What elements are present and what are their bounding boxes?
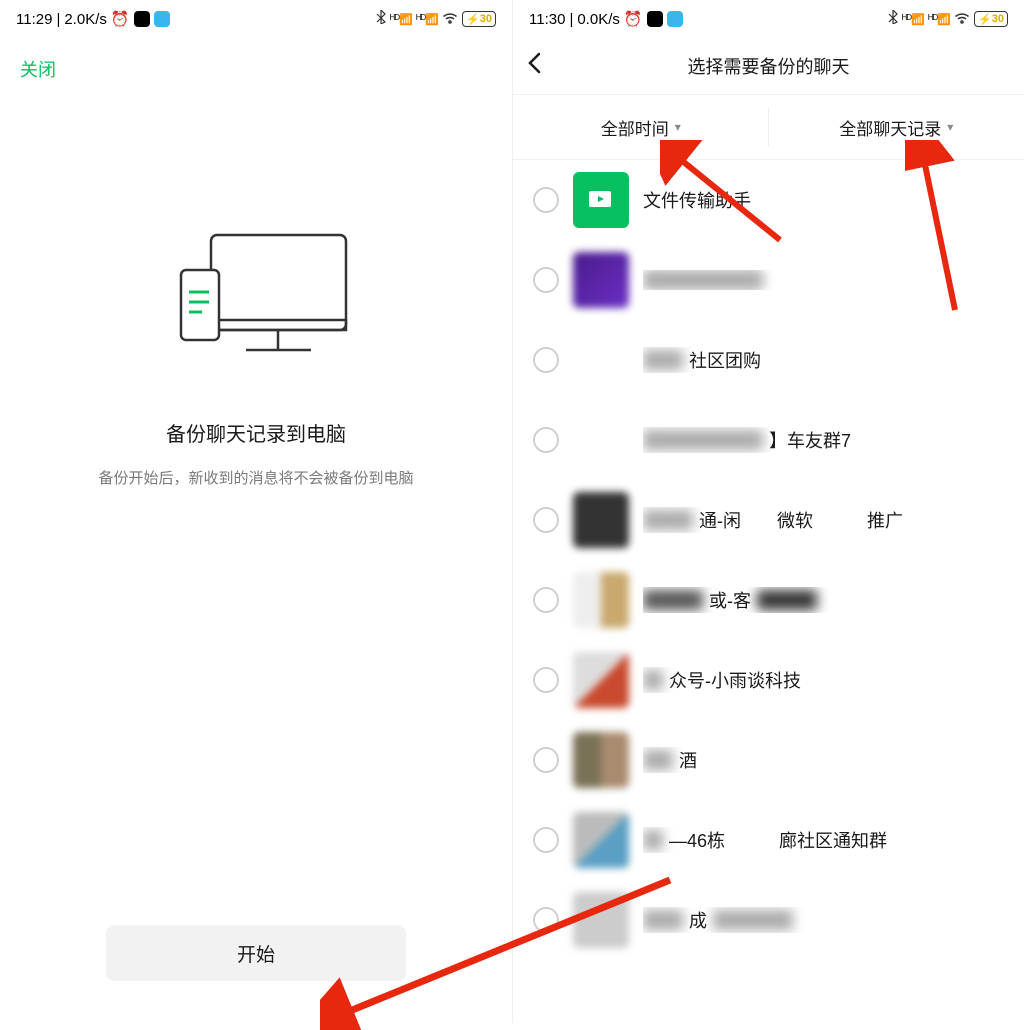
chat-name: 或-客 (709, 587, 751, 613)
chevron-down-icon: ▾ (947, 120, 953, 134)
chat-name: 】车友群7 (769, 427, 851, 453)
app-icon-dark (647, 11, 663, 27)
chat-row[interactable]: 或-客 (513, 560, 1024, 640)
status-bar-left: 11:29 | 2.0K/s ⏰ HD📶 HD📶 ⚡30 (0, 0, 512, 38)
avatar (573, 492, 629, 548)
chat-row[interactable]: 成 (513, 880, 1024, 960)
nav-bar: 选择需要备份的聊天 (513, 38, 1024, 94)
checkbox[interactable] (533, 667, 559, 693)
blurred-text (643, 750, 673, 770)
app-icon-dark (134, 11, 150, 27)
chevron-down-icon: ▾ (675, 120, 681, 134)
backup-subtitle: 备份开始后，新收到的消息将不会被备份到电脑 (98, 467, 413, 488)
filter-scope[interactable]: 全部聊天记录 ▾ (769, 95, 1024, 159)
avatar (573, 252, 629, 308)
avatar-file-transfer (573, 172, 629, 228)
blurred-text (643, 430, 763, 450)
bluetooth-icon (376, 10, 386, 28)
chat-row[interactable]: 】车友群7 (513, 400, 1024, 480)
checkbox[interactable] (533, 907, 559, 933)
battery-badge: ⚡30 (974, 11, 1008, 27)
right-screen: 11:30 | 0.0K/s ⏰ HD📶 HD📶 ⚡30 选择需要备份的聊天 全… (512, 0, 1024, 1023)
back-button[interactable] (527, 52, 541, 80)
chat-list[interactable]: 文件传输助手 社区团购 (513, 160, 1024, 960)
chat-name: 酒 (679, 747, 697, 773)
chat-name: 众号-小雨谈科技 (669, 667, 801, 693)
avatar (573, 572, 629, 628)
avatar (573, 652, 629, 708)
blurred-text (643, 350, 683, 370)
blurred-text (643, 670, 663, 690)
alarm-icon: ⏰ (624, 10, 643, 28)
checkbox[interactable] (533, 427, 559, 453)
blurred-text (757, 590, 817, 610)
signal-icon-2: HD📶 (928, 13, 950, 26)
battery-badge: ⚡30 (462, 11, 496, 27)
nav-title: 选择需要备份的聊天 (688, 53, 850, 79)
blurred-text (713, 910, 793, 930)
blurred-text (643, 510, 693, 530)
left-screen: 11:29 | 2.0K/s ⏰ HD📶 HD📶 ⚡30 关闭 (0, 0, 512, 1023)
chat-row[interactable]: 社区团购 (513, 320, 1024, 400)
filter-bar: 全部时间 ▾ 全部聊天记录 ▾ (513, 94, 1024, 160)
start-button[interactable]: 开始 (106, 925, 406, 981)
checkbox[interactable] (533, 587, 559, 613)
chat-row[interactable]: 文件传输助手 (513, 160, 1024, 240)
status-time: 11:30 (529, 11, 565, 28)
app-icon-blue (667, 11, 683, 27)
avatar (573, 732, 629, 788)
avatar (573, 892, 629, 948)
status-bar-right: 11:30 | 0.0K/s ⏰ HD📶 HD📶 ⚡30 (513, 0, 1024, 38)
bluetooth-icon (888, 10, 898, 28)
alarm-icon: ⏰ (111, 10, 130, 28)
avatar-group (573, 332, 629, 388)
chat-name: 文件传输助手 (643, 187, 751, 213)
backup-illustration (156, 220, 356, 370)
chat-name: 通-闲 微软 推广 (699, 507, 903, 533)
avatar (573, 812, 629, 868)
filter-time-label: 全部时间 (601, 115, 669, 140)
blurred-text (643, 910, 683, 930)
checkbox[interactable] (533, 507, 559, 533)
wifi-icon (442, 11, 458, 28)
blurred-text (643, 590, 703, 610)
checkbox[interactable] (533, 267, 559, 293)
chat-row[interactable]: 酒 (513, 720, 1024, 800)
avatar-group (573, 412, 629, 468)
status-speed: 2.0K/s (64, 11, 107, 28)
chat-row[interactable]: —46栋 廊社区通知群 (513, 800, 1024, 880)
checkbox[interactable] (533, 347, 559, 373)
chat-row[interactable]: 众号-小雨谈科技 (513, 640, 1024, 720)
status-time: 11:29 (16, 11, 52, 28)
backup-title: 备份聊天记录到电脑 (166, 418, 346, 447)
app-icon-blue (154, 11, 170, 27)
chat-name: 社区团购 (689, 347, 761, 373)
filter-time[interactable]: 全部时间 ▾ (513, 95, 769, 159)
signal-icon: HD📶 (902, 13, 924, 26)
chat-row[interactable] (513, 240, 1024, 320)
signal-icon: HD📶 (390, 13, 412, 26)
blurred-text (643, 270, 763, 290)
chat-row[interactable]: 通-闲 微软 推广 (513, 480, 1024, 560)
signal-icon-2: HD📶 (416, 13, 438, 26)
checkbox[interactable] (533, 747, 559, 773)
wifi-icon (954, 11, 970, 28)
blurred-text (643, 830, 663, 850)
close-button[interactable]: 关闭 (0, 38, 76, 100)
checkbox[interactable] (533, 187, 559, 213)
checkbox[interactable] (533, 827, 559, 853)
chat-name: 成 (689, 907, 707, 933)
status-speed: 0.0K/s (577, 11, 620, 28)
chat-name: —46栋 廊社区通知群 (669, 827, 887, 853)
filter-scope-label: 全部聊天记录 (839, 115, 941, 140)
